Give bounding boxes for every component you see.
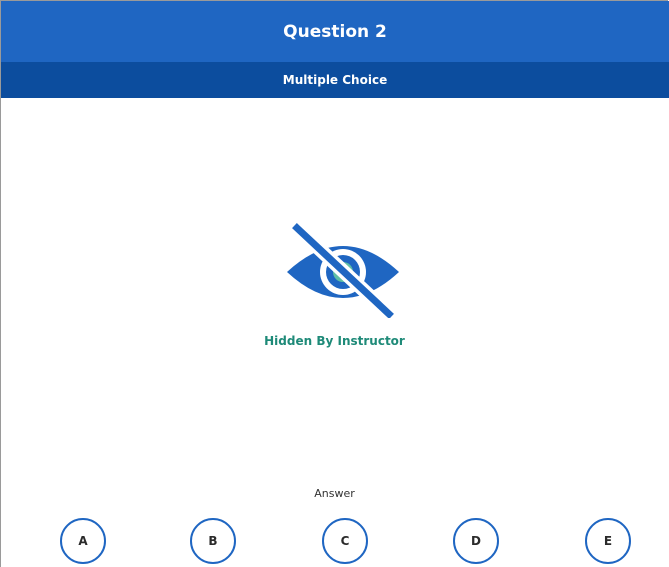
choice-b-button[interactable]: B	[190, 518, 236, 564]
question-type: Multiple Choice	[1, 62, 669, 98]
choice-e-button[interactable]: E	[585, 518, 631, 564]
choice-c-label: C	[340, 534, 350, 548]
choice-e-label: E	[603, 534, 613, 548]
choice-b-label: B	[208, 534, 218, 548]
choice-a-button[interactable]: A	[60, 518, 106, 564]
choice-d-button[interactable]: D	[453, 518, 499, 564]
question-title-text: Question 2	[283, 21, 387, 42]
question-type-text: Multiple Choice	[282, 73, 388, 87]
choice-c-button[interactable]: C	[322, 518, 368, 564]
question-title: Question 2	[1, 1, 669, 62]
choice-d-label: D	[471, 534, 481, 548]
eye-off-icon	[287, 222, 399, 318]
choice-a-label: A	[78, 534, 88, 548]
hidden-by-instructor-label: Hidden By Instructor	[264, 334, 405, 348]
answer-label: Answer	[314, 487, 355, 500]
